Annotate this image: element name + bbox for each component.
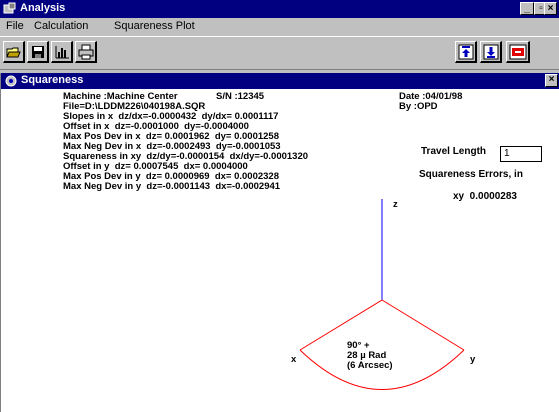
minimize-button[interactable]: _ [520,2,534,15]
menu-file[interactable]: File [6,20,24,32]
menu-squareness-plot[interactable]: Squareness Plot [114,20,195,32]
exit-icon [509,44,527,60]
upload-button[interactable] [455,41,477,63]
menu-bar: File Calculation Squareness Plot [0,18,559,35]
toolbar [0,36,559,70]
exit-button[interactable] [506,41,530,63]
angle-label-3: (6 Arcsec) [347,360,393,371]
chart-icon [55,46,69,59]
squareness-plot [299,199,465,390]
squareness-window: Squareness × Machine :Machine Center S/N… [0,73,559,412]
window-title: Analysis [20,2,66,14]
app-icon [3,2,16,14]
download-button[interactable] [480,41,502,63]
open-button[interactable] [3,41,25,63]
y-axis-label: y [470,354,476,365]
squareness-close-button[interactable]: × [545,74,558,87]
window-icon [5,75,17,87]
print-icon [78,44,94,60]
save-button[interactable] [27,41,49,63]
y-axis-line [381,299,465,351]
menu-calculation[interactable]: Calculation [34,20,88,32]
squareness-title-bar: Squareness × [1,73,559,89]
app-title-bar: Analysis _ ▫ × [0,0,559,18]
chart-button[interactable] [51,41,73,63]
report-area: Machine :Machine Center S/N :12345 Date … [1,89,559,412]
close-button[interactable]: × [544,2,557,15]
z-axis-label: z [393,199,398,210]
squareness-title: Squareness [21,74,84,86]
download-icon [483,44,499,60]
open-icon [6,47,21,58]
upload-icon [458,44,474,60]
print-button[interactable] [75,41,97,63]
save-icon [32,46,44,58]
x-axis-label: x [291,354,297,365]
